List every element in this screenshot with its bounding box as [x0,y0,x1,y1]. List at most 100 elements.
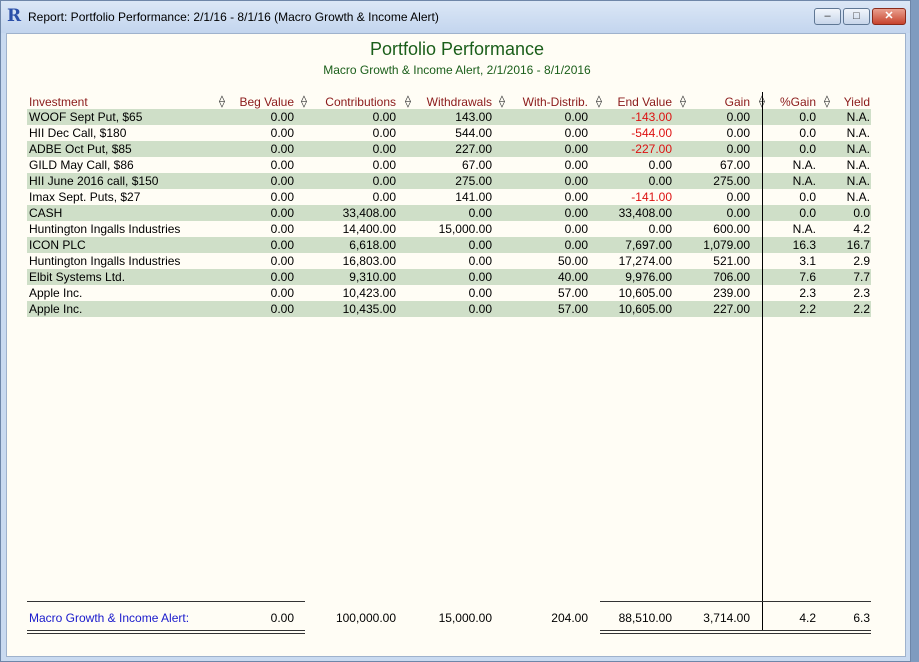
table-row[interactable]: Elbit Systems Ltd. 0.00 9,310.00 0.00 40.00 9… [27,269,871,285]
close-button[interactable]: ✕ [872,8,906,25]
minimize-button[interactable]: – [814,8,841,25]
table-row[interactable]: Apple Inc. 0.00 10,423.00 0.00 57.00 10,605.0… [27,285,871,301]
desktop-edge [911,0,919,662]
cell-end-value: 9,976.00 [625,270,672,284]
cell-gain: 0.00 [726,190,750,204]
cell-investment: ICON PLC [29,238,86,252]
cell-pct-gain: 7.6 [799,270,816,284]
header-contributions[interactable]: Contributions [311,95,396,109]
totals-beg-value: 0.00 [270,611,294,625]
header-investment[interactable]: Investment [29,95,88,109]
header-withdrawals[interactable]: Withdrawals [415,95,492,109]
cell-pct-gain: N.A. [792,222,816,236]
cell-yield: N.A. [846,190,870,204]
cell-withdrawals: 227.00 [455,142,492,156]
cell-beg-value: 0.00 [270,110,294,124]
cell-contributions: 0.00 [372,110,396,124]
cell-with-distrib: 57.00 [557,302,588,316]
cell-pct-gain: 2.3 [799,286,816,300]
header-with-distrib[interactable]: With-Distrib. [509,95,588,109]
cell-with-distrib: 0.00 [564,142,588,156]
cell-yield: N.A. [846,126,870,140]
cell-end-value: 10,605.00 [618,286,672,300]
cell-pct-gain: N.A. [792,158,816,172]
divider [600,633,871,634]
table-row[interactable]: GILD May Call, $86 0.00 0.00 67.00 0.00 0.00 6… [27,157,871,173]
cell-beg-value: 0.00 [270,270,294,284]
cell-beg-value: 0.00 [270,174,294,188]
cell-with-distrib: 0.00 [564,206,588,220]
cell-yield: 2.2 [853,302,870,316]
cell-withdrawals: 141.00 [455,190,492,204]
table-row[interactable]: Huntington Ingalls Industries 0.00 16,803.… [27,253,871,269]
cell-investment: GILD May Call, $86 [29,158,134,172]
column-resize-handle[interactable]: ⟠ [403,94,413,108]
cell-end-value: -143.00 [631,110,672,124]
table-row[interactable]: Apple Inc. 0.00 10,435.00 0.00 57.00 10,605.0… [27,301,871,317]
column-resize-handle[interactable]: ⟠ [678,94,688,108]
column-resize-handle[interactable]: ⟠ [217,94,227,108]
cell-withdrawals: 15,000.00 [438,222,492,236]
table-row[interactable]: ADBE Oct Put, $85 0.00 0.00 227.00 0.00 -227.… [27,141,871,157]
cell-beg-value: 0.00 [270,222,294,236]
cell-gain: 706.00 [713,270,750,284]
cell-contributions: 0.00 [372,174,396,188]
cell-pct-gain: 0.0 [799,110,816,124]
header-beg-value[interactable]: Beg Value [229,95,295,109]
cell-contributions: 14,400.00 [342,222,396,236]
cell-gain: 239.00 [713,286,750,300]
cell-gain: 521.00 [713,254,750,268]
cell-contributions: 10,435.00 [342,302,396,316]
cell-end-value: -141.00 [631,190,672,204]
header-yield[interactable]: Yield [834,95,870,109]
report-body: Portfolio Performance Macro Growth & Inc… [6,33,906,657]
cell-investment: CASH [29,206,63,220]
cell-withdrawals: 0.00 [468,238,492,252]
title-bar[interactable]: R Report: Portfolio Performance: 2/1/16 … [1,1,910,33]
column-resize-handle[interactable]: ⟠ [822,94,832,108]
header-end-value[interactable]: End Value [606,95,673,109]
cell-investment: Huntington Ingalls Industries [29,254,181,268]
cell-yield: 16.7 [846,238,870,252]
cell-contributions: 0.00 [372,126,396,140]
cell-end-value: 0.00 [648,158,672,172]
cell-end-value: 0.00 [648,222,672,236]
totals-end-value: 88,510.00 [618,611,672,625]
cell-pct-gain: 16.3 [792,238,816,252]
cell-end-value: 17,274.00 [618,254,672,268]
cell-gain: 67.00 [719,158,750,172]
cell-gain: 275.00 [713,174,750,188]
column-resize-handle[interactable]: ⟠ [594,94,604,108]
cell-contributions: 0.00 [372,142,396,156]
table-row[interactable]: Imax Sept. Puts, $27 0.00 0.00 141.00 0.00 -1… [27,189,871,205]
table-row[interactable]: HII June 2016 call, $150 0.00 0.00 275.00 0.… [27,173,871,189]
maximize-button[interactable]: □ [843,8,870,25]
cell-withdrawals: 0.00 [468,206,492,220]
cell-contributions: 10,423.00 [342,286,396,300]
table-row[interactable]: ICON PLC 0.00 6,618.00 0.00 0.00 7,697.00 1,07… [27,237,871,253]
table-row[interactable]: WOOF Sept Put, $65 0.00 0.00 143.00 0.00 -143… [27,109,871,125]
table-row[interactable]: CASH 0.00 33,408.00 0.00 0.00 33,408.00 0.00 0.… [27,205,871,221]
column-resize-handle[interactable]: ⟠ [497,94,507,108]
report-window: R Report: Portfolio Performance: 2/1/16 … [0,0,911,662]
cell-pct-gain: 0.0 [799,142,816,156]
cell-end-value: 10,605.00 [618,302,672,316]
totals-withdrawals: 15,000.00 [438,611,492,625]
divider [27,630,305,631]
header-pct-gain[interactable]: %Gain [770,95,816,109]
cell-with-distrib: 0.00 [564,110,588,124]
cell-gain: 227.00 [713,302,750,316]
cell-pct-gain: 0.0 [799,206,816,220]
totals-pct-gain: 4.2 [799,611,816,625]
cell-investment: ADBE Oct Put, $85 [29,142,132,156]
cell-with-distrib: 0.00 [564,126,588,140]
table-row[interactable]: Huntington Ingalls Industries 0.00 14,400.… [27,221,871,237]
table-row[interactable]: HII Dec Call, $180 0.00 0.00 544.00 0.00 -544… [27,125,871,141]
cell-with-distrib: 57.00 [557,286,588,300]
cell-investment: HII June 2016 call, $150 [29,174,159,188]
header-gain[interactable]: Gain [692,95,750,109]
cell-with-distrib: 40.00 [557,270,588,284]
column-resize-handle[interactable]: ⟠ [299,94,309,108]
divider [600,630,871,631]
cell-pct-gain: 2.2 [799,302,816,316]
